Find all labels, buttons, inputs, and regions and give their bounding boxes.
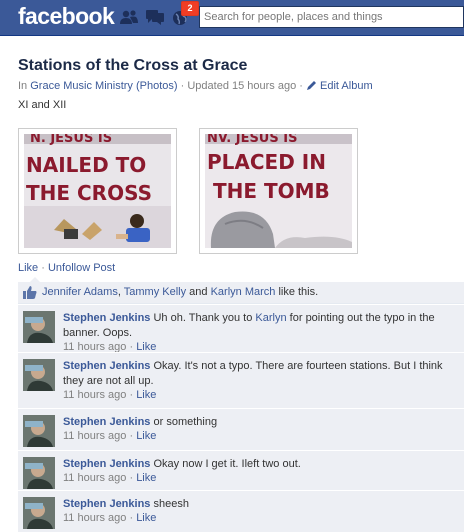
comment-text: sheesh <box>153 498 189 510</box>
liker-link[interactable]: Jennifer Adams <box>42 286 118 298</box>
search-box <box>199 6 464 28</box>
album-caption: XI and XII <box>18 99 67 111</box>
avatar[interactable] <box>23 311 55 343</box>
photo-thumbnail[interactable]: NV. JESUS IS PLACED IN THE TOMB <box>199 128 358 254</box>
comment-meta: 11 hours ago · Like <box>63 472 157 484</box>
top-bar: facebook 2 <box>0 0 464 36</box>
comment-item: Stephen Jenkins Uh oh. Thank you to Karl… <box>18 304 464 353</box>
post-actions: Like · Unfollow Post <box>18 262 115 274</box>
comment-body: Stephen Jenkins Okay now I get it. Ileft… <box>63 457 458 472</box>
pencil-icon[interactable] <box>306 80 317 94</box>
likes-text: Jennifer Adams, Tammy Kelly and Karlyn M… <box>42 286 318 298</box>
comment-meta: 11 hours ago · Like <box>63 430 157 442</box>
likes-and: and <box>189 286 208 298</box>
comment-body: Stephen Jenkins Uh oh. Thank you to Karl… <box>63 311 458 341</box>
comment-author-link[interactable]: Stephen Jenkins <box>63 498 150 510</box>
album-updated-time: Updated 15 hours ago <box>187 80 297 92</box>
banner-line-2: PLACED IN <box>207 150 326 174</box>
notifications-count-badge: 2 <box>181 1 199 16</box>
photo-nailed-to-the-cross: N. JESUS IS NAILED TO THE CROSS <box>24 134 171 248</box>
comment-time[interactable]: 11 hours ago <box>63 472 126 484</box>
meta-separator: · <box>299 80 307 92</box>
comment-time[interactable]: 11 hours ago <box>63 512 126 524</box>
comment-item: Stephen Jenkins Okay. It's not a typo. T… <box>18 352 464 409</box>
comment-time[interactable]: 11 hours ago <box>63 430 126 442</box>
comment-time[interactable]: 11 hours ago <box>63 389 126 401</box>
liker-link[interactable]: Karlyn March <box>211 286 276 298</box>
comment-like-link[interactable]: Like <box>136 430 156 442</box>
comment-meta: 11 hours ago · Like <box>63 389 157 401</box>
comment-like-link[interactable]: Like <box>136 472 156 484</box>
comment-text: or something <box>153 416 218 428</box>
avatar[interactable] <box>23 497 55 529</box>
facebook-logo[interactable]: facebook <box>18 3 115 30</box>
comment-text: Uh oh. Thank you to <box>153 312 253 324</box>
banner-line-3: THE CROSS <box>26 181 152 205</box>
unfollow-post-link[interactable]: Unfollow Post <box>48 262 115 274</box>
banner-line-3: THE TOMB <box>213 179 330 203</box>
comment-text: Okay now I get it. Ileft two out. <box>153 458 301 470</box>
photo-thumbnail[interactable]: N. JESUS IS NAILED TO THE CROSS <box>18 128 177 254</box>
action-separator: · <box>41 262 45 274</box>
comment-author-link[interactable]: Stephen Jenkins <box>63 312 150 324</box>
edit-album-link[interactable]: Edit Album <box>320 80 373 92</box>
comment-item: Stephen Jenkins sheesh 11 hours ago · Li… <box>18 490 464 532</box>
comment-item: Stephen Jenkins Okay now I get it. Ileft… <box>18 450 464 491</box>
mention-link[interactable]: Karlyn <box>255 312 286 324</box>
banner-line-1: N. JESUS IS <box>30 134 112 146</box>
like-link[interactable]: Like <box>18 262 38 274</box>
messages-icon[interactable] <box>145 8 165 26</box>
likes-suffix: like this. <box>278 286 319 298</box>
photo-placed-in-the-tomb: NV. JESUS IS PLACED IN THE TOMB <box>205 134 352 248</box>
album-meta: In Grace Music Ministry (Photos) · Updat… <box>18 80 373 94</box>
comment-author-link[interactable]: Stephen Jenkins <box>63 360 150 372</box>
album-title: Stations of the Cross at Grace <box>18 57 248 74</box>
friend-requests-icon[interactable] <box>119 8 139 26</box>
comment-body: Stephen Jenkins Okay. It's not a typo. T… <box>63 359 458 389</box>
liker-link[interactable]: Tammy Kelly <box>124 286 186 298</box>
comment-author-link[interactable]: Stephen Jenkins <box>63 458 150 470</box>
comment-author-link[interactable]: Stephen Jenkins <box>63 416 150 428</box>
avatar[interactable] <box>23 415 55 447</box>
comment-like-link[interactable]: Like <box>136 389 156 401</box>
comment-item: Stephen Jenkins or something 11 hours ag… <box>18 408 464 451</box>
search-input[interactable] <box>200 7 463 27</box>
likes-sentence: Jennifer Adams, Tammy Kelly and Karlyn M… <box>18 282 464 304</box>
banner-line-2: NAILED TO <box>26 153 146 177</box>
album-meta-prefix: In <box>18 80 28 92</box>
avatar[interactable] <box>23 359 55 391</box>
album-owner-link[interactable]: Grace Music Ministry (Photos) <box>30 80 177 92</box>
avatar[interactable] <box>23 457 55 489</box>
thumbs-up-icon <box>23 286 37 299</box>
banner-line-1: NV. JESUS IS <box>207 134 297 146</box>
likes-comma: , <box>117 286 121 298</box>
comment-body: Stephen Jenkins sheesh <box>63 497 458 512</box>
comment-like-link[interactable]: Like <box>136 512 156 524</box>
comment-meta: 11 hours ago · Like <box>63 512 157 524</box>
comment-body: Stephen Jenkins or something <box>63 415 458 430</box>
